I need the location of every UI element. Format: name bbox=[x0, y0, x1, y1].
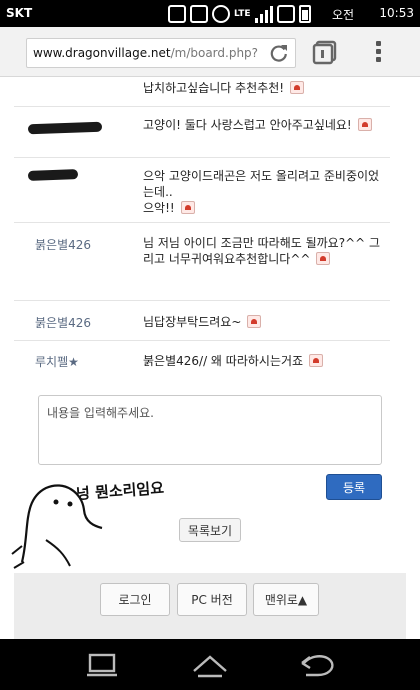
back-icon[interactable] bbox=[298, 651, 338, 679]
emoticon-icon bbox=[289, 81, 304, 94]
status-bar: SKT LTE 오전 10:53 bbox=[0, 0, 420, 27]
redacted-author bbox=[27, 169, 79, 181]
scroll-top-button[interactable]: 맨위로▲ bbox=[253, 583, 319, 616]
comment-row: 으악 고양이드래곤은 저도 올리려고 준비중이었는데.. 으악!! bbox=[14, 158, 390, 223]
notification-icon bbox=[168, 5, 186, 23]
url-host: www.dragonvillage.net bbox=[33, 46, 171, 60]
comment-row: 붉은별426 님답장부탁드려요~ bbox=[14, 301, 390, 341]
emoticon-icon bbox=[308, 354, 323, 367]
carrier-label: SKT bbox=[6, 6, 33, 20]
comment-row: 고양이! 둘다 사랑스럽고 안아주고싶네요! bbox=[14, 107, 390, 158]
comment-row: 납치하고싶습니다 추천추천! bbox=[14, 77, 390, 107]
image-icon bbox=[276, 5, 295, 23]
comment-author[interactable]: 루치펠★ bbox=[35, 353, 79, 370]
network-type: LTE bbox=[234, 9, 251, 19]
address-bar[interactable]: www.dragonvillage.net/m/board.php?b bbox=[26, 38, 296, 68]
comment-text: 님답장부탁드려요~ bbox=[143, 314, 383, 330]
comment-author[interactable]: 붉은별426 bbox=[35, 314, 91, 331]
clock-ampm: 오전 bbox=[332, 8, 355, 22]
address-text[interactable]: www.dragonvillage.net/m/board.php?b bbox=[33, 46, 259, 60]
footer-bar: 로그인 PC 버전 맨위로▲ bbox=[14, 573, 406, 639]
comment-list: 납치하고싶습니다 추천추천! 고양이! 둘다 사랑스럽고 안아주고싶네요! 으악… bbox=[14, 77, 390, 381]
overflow-menu-icon[interactable] bbox=[374, 41, 382, 65]
comment-input[interactable] bbox=[38, 395, 382, 465]
url-path: /m/board.php?b bbox=[170, 46, 259, 60]
browser-toolbar: www.dragonvillage.net/m/board.php?b bbox=[0, 27, 420, 77]
navigation-bar bbox=[0, 639, 420, 690]
comment-row: 루치펠★ 붉은별426// 왜 따라하시는거죠 bbox=[14, 341, 390, 381]
comment-author[interactable]: 붉은별426 bbox=[35, 236, 91, 253]
recent-apps-icon[interactable] bbox=[84, 651, 120, 679]
status-icons: LTE bbox=[168, 3, 311, 25]
clock-time: 10:53 bbox=[379, 6, 414, 20]
comment-text: 납치하고싶습니다 추천추천! bbox=[143, 80, 383, 96]
emoticon-icon bbox=[180, 201, 195, 214]
comment-text: 붉은별426// 왜 따라하시는거죠 bbox=[143, 353, 383, 369]
emoticon-icon bbox=[247, 315, 262, 328]
vibrate-icon bbox=[190, 5, 208, 23]
alarm-icon bbox=[212, 5, 230, 23]
emoticon-icon bbox=[357, 118, 372, 131]
comment-row: 붉은별426 님 저님 아이디 조금만 따라해도 될까요?^^ 그리고 너무귀여… bbox=[14, 223, 390, 301]
comment-text: 으악 고양이드래곤은 저도 올리려고 준비중이었는데.. 으악!! bbox=[143, 169, 380, 215]
redacted-author bbox=[27, 121, 103, 135]
tabs-icon[interactable] bbox=[312, 39, 338, 65]
login-button[interactable]: 로그인 bbox=[100, 583, 170, 616]
submit-button[interactable]: 등록 bbox=[326, 474, 382, 500]
reload-icon[interactable] bbox=[269, 43, 289, 63]
signal-icon bbox=[254, 5, 273, 23]
list-view-button[interactable]: 목록보기 bbox=[179, 518, 241, 542]
battery-icon bbox=[298, 5, 311, 23]
comment-text: 님 저님 아이디 조금만 따라해도 될까요?^^ 그리고 너무귀여워요추천합니다… bbox=[143, 236, 381, 266]
emoticon-icon bbox=[316, 252, 331, 265]
home-icon[interactable] bbox=[190, 651, 230, 679]
pc-version-button[interactable]: PC 버전 bbox=[177, 583, 247, 616]
comment-text: 고양이! 둘다 사랑스럽고 안아주고싶네요! bbox=[143, 117, 383, 133]
